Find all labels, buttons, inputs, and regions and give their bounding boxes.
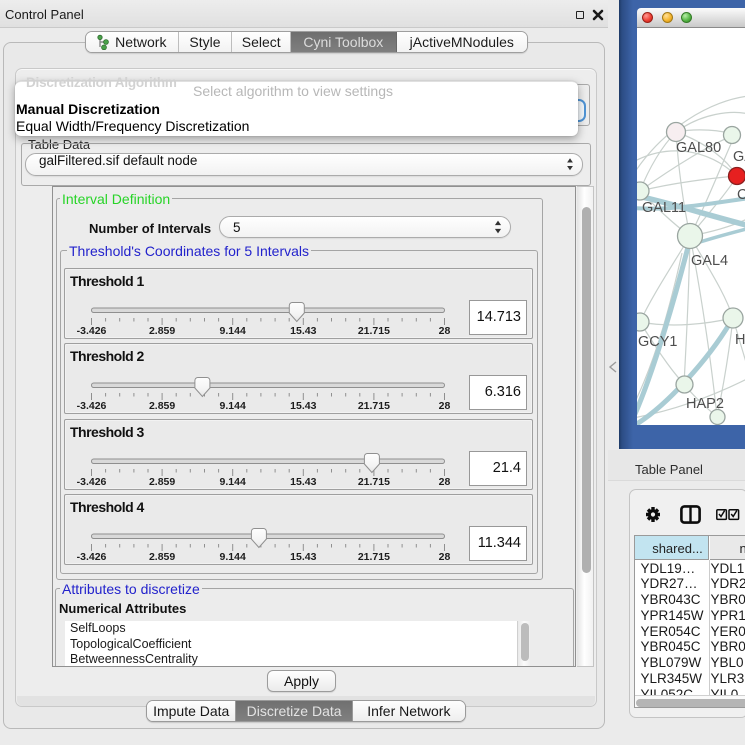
svg-text:HAP2: HAP2 [686,396,724,412]
svg-text:H: H [735,332,745,348]
svg-text:GAL4: GAL4 [691,253,728,269]
svg-text:C: C [737,187,745,203]
svg-text:GAL80: GAL80 [676,140,721,156]
svg-text:GCY1: GCY1 [638,334,678,350]
svg-text:GA: GA [733,149,745,165]
svg-text:GAL11: GAL11 [642,200,686,216]
